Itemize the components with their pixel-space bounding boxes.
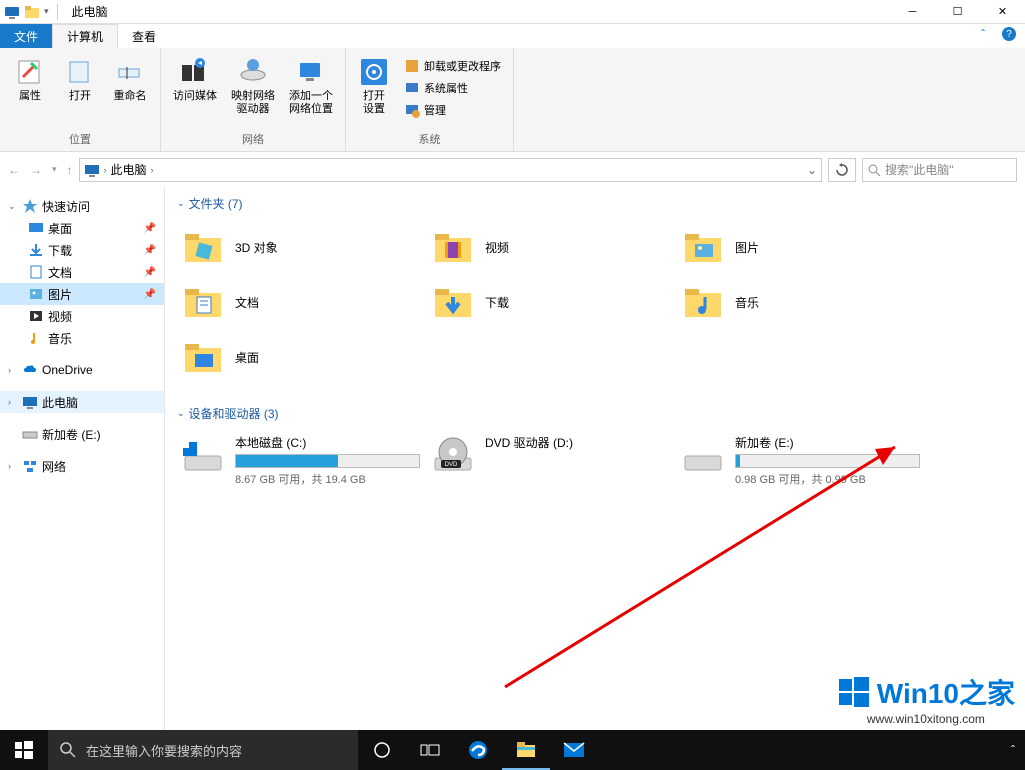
ribbon: 属性 打开 重命名 位置 访问媒体 映射网络 驱动器 — [0, 48, 1025, 152]
taskbar-search-input[interactable]: 在这里输入你要搜索的内容 — [48, 730, 358, 770]
ribbon-collapse-icon[interactable]: ˆ — [973, 24, 993, 44]
search-icon — [60, 742, 76, 758]
properties-button[interactable]: 属性 — [8, 52, 52, 129]
minimize-button[interactable]: ─ — [890, 0, 935, 24]
tab-view[interactable]: 查看 — [118, 24, 170, 48]
pc-icon — [84, 162, 100, 178]
start-button[interactable] — [0, 730, 48, 770]
pc-icon — [4, 4, 20, 20]
ribbon-group-network: 访问媒体 映射网络 驱动器 添加一个 网络位置 网络 — [161, 48, 346, 151]
sidebar-item-onedrive[interactable]: › OneDrive — [0, 359, 164, 381]
content-pane: ⌄ 文件夹 (7) 3D 对象 视频 图片 文档 下载 — [165, 187, 1025, 742]
taskbar: 在这里输入你要搜索的内容 ˆ — [0, 730, 1025, 770]
sidebar-item-desktop[interactable]: 桌面 📌 — [0, 217, 164, 239]
close-button[interactable]: ✕ — [980, 0, 1025, 24]
window-title: 此电脑 — [66, 3, 108, 20]
navbar: ← → ▾ ↑ › 此电脑 › ⌄ 搜索"此电脑" — [0, 152, 1025, 187]
win-logo-icon — [837, 675, 871, 709]
folders-section-header[interactable]: ⌄ 文件夹 (7) — [177, 195, 1013, 212]
folder-music[interactable]: 音乐 — [677, 275, 927, 330]
sidebar-item-videos[interactable]: 视频 — [0, 305, 164, 327]
sidebar-item-documents[interactable]: 文档 📌 — [0, 261, 164, 283]
forward-button[interactable]: → — [30, 163, 42, 177]
folder-3dobjects[interactable]: 3D 对象 — [177, 220, 427, 275]
folder-downloads[interactable]: 下载 — [427, 275, 677, 330]
search-icon — [867, 163, 881, 177]
svg-text:DVD: DVD — [445, 462, 458, 468]
access-media-button[interactable]: 访问媒体 — [169, 52, 221, 129]
refresh-button[interactable] — [828, 158, 856, 182]
chevron-down-icon: ⌄ — [177, 198, 185, 209]
sidebar-item-newvolume[interactable]: 新加卷 (E:) — [0, 423, 164, 445]
sidebar-item-quick-access[interactable]: ⌄ 快速访问 — [0, 195, 164, 217]
sidebar-item-network[interactable]: › 网络 — [0, 455, 164, 477]
taskview-icon[interactable] — [406, 730, 454, 770]
system-properties-button[interactable]: 系统属性 — [400, 78, 505, 98]
up-button[interactable]: ↑ — [67, 163, 73, 177]
sidebar-item-music[interactable]: 音乐 — [0, 327, 164, 349]
rename-button[interactable]: 重命名 — [108, 52, 152, 129]
tab-file[interactable]: 文件 — [0, 24, 52, 48]
cortana-icon[interactable] — [358, 730, 406, 770]
qat-dropdown-icon[interactable]: ▾ — [44, 6, 49, 17]
ribbon-group-system: 打开 设置 卸载或更改程序 系统属性 管理 系统 — [346, 48, 514, 151]
sidebar-item-pictures[interactable]: 图片 📌 — [0, 283, 164, 305]
map-drive-button[interactable]: 映射网络 驱动器 — [227, 52, 279, 129]
help-icon[interactable]: ? — [999, 24, 1019, 44]
drives-section-header[interactable]: ⌄ 设备和驱动器 (3) — [177, 405, 1013, 422]
pin-icon: 📌 — [144, 289, 156, 300]
ribbon-tabs: 文件 计算机 查看 ˆ ? — [0, 24, 1025, 48]
edge-icon[interactable] — [454, 730, 502, 770]
sidebar-item-thispc[interactable]: › 此电脑 — [0, 391, 164, 413]
ribbon-group-location: 属性 打开 重命名 位置 — [0, 48, 161, 151]
pin-icon: 📌 — [144, 245, 156, 256]
pin-icon: 📌 — [144, 223, 156, 234]
folder-icon[interactable] — [24, 4, 40, 20]
tray-expand-icon[interactable]: ˆ — [1001, 730, 1025, 770]
tab-computer[interactable]: 计算机 — [52, 24, 118, 48]
drive-c-fill — [236, 455, 338, 467]
watermark: Win10之家 www.win10xitong.com — [837, 672, 1015, 726]
mail-icon[interactable] — [550, 730, 598, 770]
uninstall-programs-button[interactable]: 卸载或更改程序 — [400, 56, 505, 76]
titlebar: ▾ 此电脑 ─ ☐ ✕ — [0, 0, 1025, 24]
search-input[interactable]: 搜索"此电脑" — [862, 158, 1017, 182]
drive-e[interactable]: 新加卷 (E:) 0.98 GB 可用，共 0.99 GB — [677, 430, 927, 491]
folder-videos[interactable]: 视频 — [427, 220, 677, 275]
recent-dropdown-icon[interactable]: ▾ — [52, 164, 57, 175]
drive-dvd[interactable]: DVD DVD 驱动器 (D:) — [427, 430, 677, 491]
breadcrumb-item[interactable]: 此电脑 — [111, 161, 147, 178]
manage-button[interactable]: 管理 — [400, 100, 505, 120]
breadcrumb[interactable]: › 此电脑 › ⌄ — [79, 158, 822, 182]
sidebar: ⌄ 快速访问 桌面 📌 下载 📌 文档 📌 图片 📌 视频 — [0, 187, 165, 742]
folder-documents[interactable]: 文档 — [177, 275, 427, 330]
open-settings-button[interactable]: 打开 设置 — [354, 52, 394, 129]
folder-pictures[interactable]: 图片 — [677, 220, 927, 275]
drive-c[interactable]: 本地磁盘 (C:) 8.67 GB 可用，共 19.4 GB — [177, 430, 427, 491]
explorer-icon[interactable] — [502, 730, 550, 770]
chevron-down-icon: ⌄ — [177, 408, 185, 419]
drive-e-fill — [736, 455, 740, 467]
open-button[interactable]: 打开 — [58, 52, 102, 129]
folder-desktop[interactable]: 桌面 — [177, 330, 427, 385]
maximize-button[interactable]: ☐ — [935, 0, 980, 24]
pin-icon: 📌 — [144, 267, 156, 278]
breadcrumb-dropdown-icon[interactable]: ⌄ — [807, 163, 817, 177]
back-button[interactable]: ← — [8, 163, 20, 177]
sidebar-item-downloads[interactable]: 下载 📌 — [0, 239, 164, 261]
add-network-button[interactable]: 添加一个 网络位置 — [285, 52, 337, 129]
